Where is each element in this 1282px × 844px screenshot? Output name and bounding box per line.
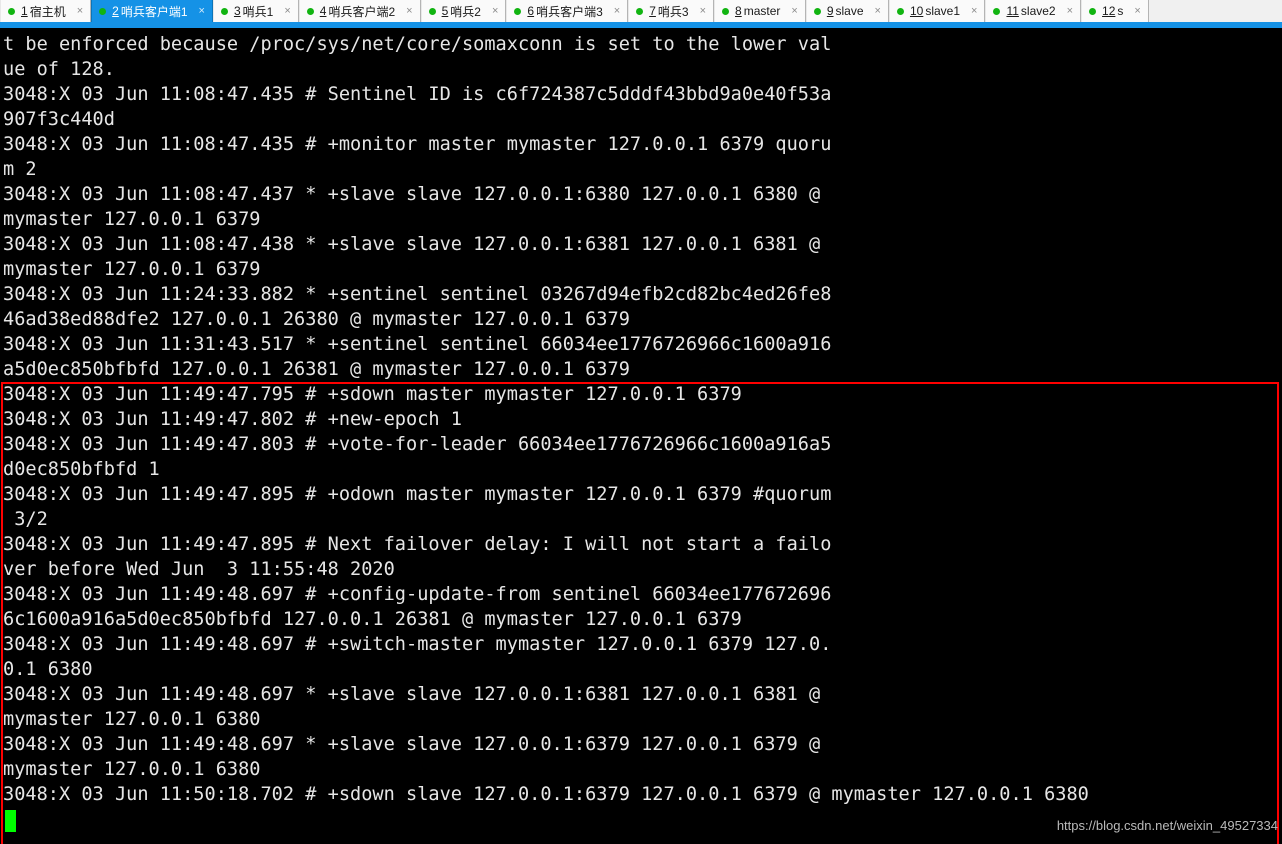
tab-title-label: s — [1117, 4, 1124, 18]
tab-close-icon[interactable]: × — [74, 5, 86, 17]
tab-11[interactable]: 11 slave2 × — [985, 0, 1082, 22]
tab-close-icon[interactable]: × — [196, 5, 208, 17]
tab-index-label: 2 — [112, 4, 119, 18]
tab-index-label: 1 — [21, 4, 28, 18]
tab-title-label: master — [743, 4, 781, 18]
tab-close-icon[interactable]: × — [1131, 5, 1143, 17]
tab-close-icon[interactable]: × — [1064, 5, 1076, 17]
tab-12[interactable]: 12 s × — [1081, 0, 1149, 22]
tab-title-label: slave — [835, 4, 864, 18]
tab-title-label: 宿主机 — [29, 4, 66, 19]
tab-10[interactable]: 10 slave1 × — [888, 0, 986, 22]
tab-index-label: 3 — [233, 4, 241, 18]
tab-2[interactable]: 2 哨兵客户端1 × — [91, 0, 213, 22]
tab-index-label: 9 — [826, 4, 834, 18]
tab-index-label: 5 — [441, 4, 449, 18]
terminal-pane[interactable]: t be enforced because /proc/sys/net/core… — [0, 28, 1282, 844]
tab-7[interactable]: 7 哨兵3 × — [628, 0, 715, 22]
connection-status-dot-icon — [220, 7, 228, 15]
connection-status-dot-icon — [993, 7, 1001, 15]
connection-status-dot-icon — [896, 7, 904, 15]
tab-title-label: slave2 — [1020, 4, 1056, 18]
tab-index-label: 11 — [1006, 4, 1019, 18]
connection-status-dot-icon — [636, 7, 644, 15]
tab-close-icon[interactable]: × — [403, 5, 415, 17]
tab-5[interactable]: 5 哨兵2 × — [420, 0, 507, 22]
tab-close-icon[interactable]: × — [489, 5, 501, 17]
tab-title-label: slave1 — [925, 4, 961, 18]
terminal-cursor — [5, 810, 16, 832]
tab-title-label: 哨兵客户端1 — [120, 4, 188, 19]
connection-status-dot-icon — [514, 7, 522, 15]
connection-status-dot-icon — [99, 7, 107, 15]
tab-3[interactable]: 3 哨兵1 × — [212, 0, 299, 22]
tab-8[interactable]: 8 master × — [714, 0, 806, 22]
tab-title-label: 哨兵1 — [242, 4, 274, 19]
tab-index-label: 4 — [319, 4, 327, 18]
connection-status-dot-icon — [428, 7, 436, 15]
tab-title-label: 哨兵客户端3 — [536, 4, 603, 19]
connection-status-dot-icon — [813, 7, 821, 15]
tab-index-label: 8 — [735, 4, 742, 18]
tab-title-label: 哨兵2 — [450, 4, 481, 19]
tab-title-label: 哨兵3 — [657, 4, 689, 19]
tab-close-icon[interactable]: × — [697, 5, 709, 17]
tab-close-icon[interactable]: × — [611, 5, 623, 17]
tab-index-label: 6 — [527, 4, 535, 18]
tab-index-label: 12 — [1102, 4, 1116, 18]
connection-status-dot-icon — [722, 7, 730, 15]
tab-close-icon[interactable]: × — [968, 5, 980, 17]
connection-status-dot-icon — [306, 7, 314, 15]
tab-index-label: 10 — [909, 4, 924, 18]
tab-close-icon[interactable]: × — [872, 5, 884, 17]
watermark-text: https://blog.csdn.net/weixin_49527334 — [1056, 818, 1278, 833]
tab-close-icon[interactable]: × — [281, 5, 293, 17]
tab-bar: 1 宿主机 × 2 哨兵客户端1 × 3 哨兵1 × 4 哨兵客户端2 × 5 哨兵2 × 6 哨兵… — [0, 0, 1282, 22]
tab-4[interactable]: 4 哨兵客户端2 × — [298, 0, 421, 22]
tab-9[interactable]: 9 slave × — [805, 0, 889, 22]
terminal-output-text: t be enforced because /proc/sys/net/core… — [3, 34, 1089, 805]
tab-1[interactable]: 1 宿主机 × — [0, 0, 92, 22]
tab-6[interactable]: 6 哨兵客户端3 × — [506, 0, 629, 22]
tab-title-label: 哨兵客户端2 — [328, 4, 396, 19]
tab-index-label: 7 — [649, 4, 656, 18]
connection-status-dot-icon — [1089, 7, 1097, 15]
connection-status-dot-icon — [8, 7, 15, 15]
tab-close-icon[interactable]: × — [788, 5, 800, 17]
